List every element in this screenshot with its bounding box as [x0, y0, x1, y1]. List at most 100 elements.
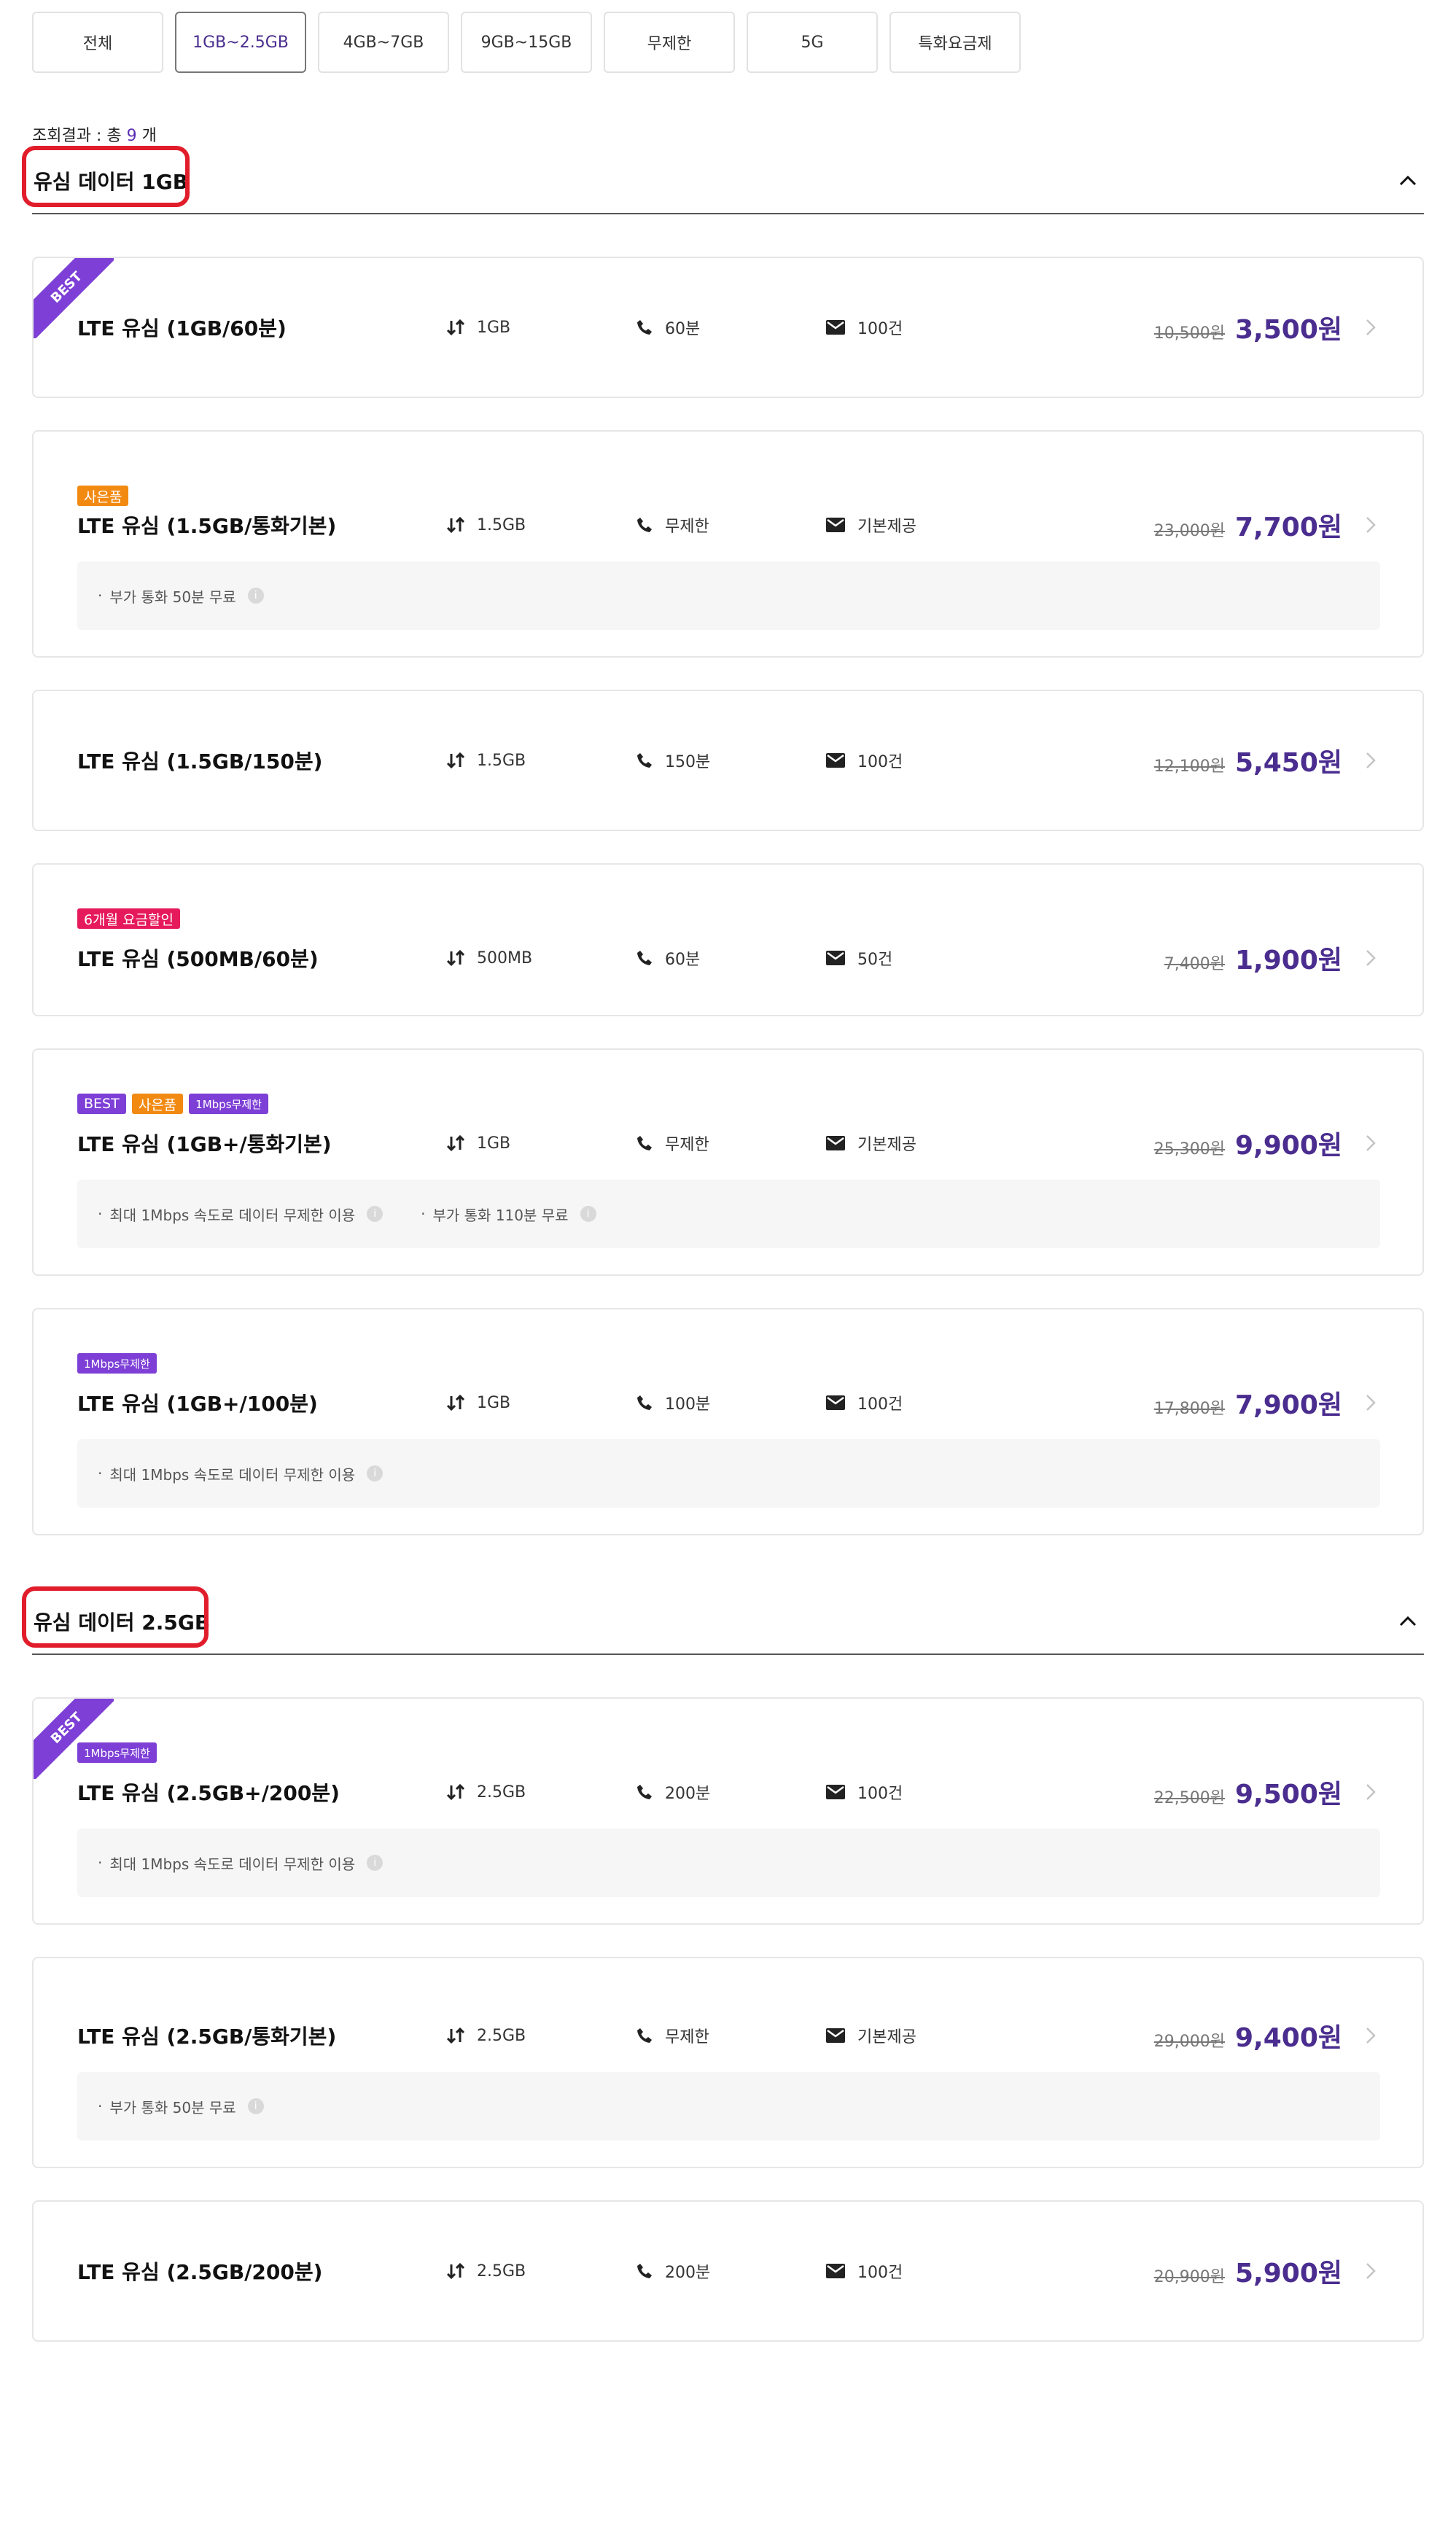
data-arrows-icon	[446, 1783, 465, 1801]
current-price: 9,400원	[1235, 2023, 1342, 2053]
old-price: 10,500원	[1153, 324, 1225, 343]
plan-name: LTE 유심 (500MB/60분)	[77, 947, 319, 971]
data-arrows-icon	[446, 1394, 465, 1411]
tab-unlimited[interactable]: 무제한	[604, 12, 735, 73]
info-icon[interactable]: i	[367, 1465, 384, 1481]
chevron-right-icon[interactable]	[1366, 750, 1380, 771]
plan-notes: · 최대 1Mbps 속도로 데이터 무제한 이용 i	[77, 1439, 1380, 1508]
note-item: · 최대 1Mbps 속도로 데이터 무제한 이용 i	[98, 1204, 384, 1225]
info-icon[interactable]: i	[247, 588, 264, 604]
section-title: 유심 데이터 2.5GB	[21, 1586, 210, 1648]
plan-notes: · 부가 통화 50분 무료 i	[77, 561, 1380, 630]
plan-name: LTE 유심 (2.5GB+/200분)	[77, 1781, 340, 1805]
chevron-right-icon[interactable]	[1366, 948, 1380, 968]
price: 23,000원 7,700원	[1154, 506, 1342, 544]
result-prefix: 조회결과 : 총	[32, 127, 122, 145]
tab-all[interactable]: 전체	[32, 12, 163, 73]
filter-tabs: 전체 1GB~2.5GB 4GB~7GB 9GB~15GB 무제한 5G 특화요…	[32, 0, 1424, 73]
chevron-right-icon[interactable]	[1366, 2261, 1380, 2281]
tab-1gb-2-5gb[interactable]: 1GB~2.5GB	[175, 12, 306, 73]
chevron-up-icon[interactable]	[1395, 1608, 1421, 1635]
old-price: 23,000원	[1153, 522, 1225, 540]
plan-card[interactable]: BEST LTE 유심 (1GB/60분) 1GB 60분 100건 10,50…	[32, 257, 1424, 398]
data-arrows-icon	[446, 516, 465, 534]
plan-card[interactable]: BEST 사은품 1Mbps무제한 LTE 유심 (1GB+/통화기본) 1GB…	[32, 1048, 1424, 1276]
tab-5g[interactable]: 5G	[747, 12, 878, 73]
note-item: · 최대 1Mbps 속도로 데이터 무제한 이용 i	[98, 1853, 384, 1874]
phone-icon	[637, 2028, 652, 2043]
envelope-icon	[826, 2264, 845, 2278]
chevron-right-icon[interactable]	[1366, 1393, 1380, 1413]
plan-card[interactable]: LTE 유심 (2.5GB/통화기본) 2.5GB 무제한 기본제공 29,00…	[32, 1957, 1424, 2168]
plan-card[interactable]: BEST 1Mbps무제한 LTE 유심 (2.5GB+/200분) 2.5GB…	[32, 1697, 1424, 1925]
data-arrows-icon	[446, 1134, 465, 1152]
result-count-number: 9	[126, 127, 137, 145]
result-count: 조회결과 : 총 9 개	[32, 122, 1424, 146]
sms-spec: 50건	[825, 946, 1000, 970]
plan-name: LTE 유심 (1GB+/100분)	[77, 1392, 318, 1416]
data-arrows-icon	[446, 2027, 465, 2044]
phone-icon	[637, 951, 652, 965]
price: 7,400원 1,900원	[1164, 939, 1342, 977]
plan-name: LTE 유심 (1GB/60분)	[77, 316, 287, 340]
price: 17,800원 7,900원	[1154, 1384, 1342, 1422]
info-icon[interactable]: i	[247, 2098, 264, 2114]
phone-icon	[637, 1136, 652, 1150]
data-arrows-icon	[446, 949, 465, 967]
voice-spec: 60분	[636, 316, 825, 339]
chevron-right-icon[interactable]	[1366, 317, 1380, 338]
chevron-right-icon[interactable]	[1366, 1133, 1380, 1153]
tab-special[interactable]: 특화요금제	[889, 12, 1021, 73]
envelope-icon	[826, 320, 845, 335]
old-price: 25,300원	[1153, 1140, 1225, 1158]
plan-name: LTE 유심 (2.5GB/200분)	[77, 2260, 323, 2284]
price: 12,100원 5,450원	[1154, 741, 1342, 779]
envelope-icon	[826, 2028, 845, 2043]
chevron-right-icon[interactable]	[1366, 515, 1380, 535]
old-price: 17,800원	[1153, 1400, 1225, 1418]
envelope-icon	[826, 753, 845, 768]
price: 22,500원 9,500원	[1154, 1773, 1342, 1811]
current-price: 7,900원	[1235, 1390, 1342, 1420]
info-icon[interactable]: i	[367, 1206, 384, 1222]
info-icon[interactable]: i	[580, 1206, 596, 1222]
old-price: 22,500원	[1153, 1789, 1225, 1807]
tab-9gb-15gb[interactable]: 9GB~15GB	[461, 12, 592, 73]
current-price: 9,900원	[1235, 1131, 1342, 1161]
sms-spec: 기본제공	[825, 1131, 1000, 1155]
plan-card[interactable]: 1Mbps무제한 LTE 유심 (1GB+/100분) 1GB 100분 100…	[32, 1308, 1424, 1535]
plan-card[interactable]: 6개월 요금할인 LTE 유심 (500MB/60분) 500MB 60분 50…	[32, 863, 1424, 1016]
section-header-2-5gb[interactable]: 유심 데이터 2.5GB	[21, 1586, 1424, 1655]
data-spec: 1.5GB	[446, 516, 636, 534]
voice-spec: 100분	[636, 1391, 825, 1414]
plan-list-page: 전체 1GB~2.5GB 4GB~7GB 9GB~15GB 무제한 5G 특화요…	[0, 0, 1456, 2342]
plan-card[interactable]: LTE 유심 (1.5GB/150분) 1.5GB 150분 100건 12,1…	[32, 690, 1424, 831]
note-item: · 최대 1Mbps 속도로 데이터 무제한 이용 i	[98, 1463, 384, 1484]
chevron-right-icon[interactable]	[1366, 2025, 1380, 2046]
chevron-right-icon[interactable]	[1366, 1782, 1380, 1802]
section-header-1gb[interactable]: 유심 데이터 1GB	[21, 146, 1424, 214]
phone-icon	[637, 1395, 652, 1410]
old-price: 29,000원	[1153, 2033, 1225, 2051]
current-price: 5,900원	[1235, 2259, 1342, 2289]
sms-spec: 100건	[825, 1780, 1000, 1804]
envelope-icon	[826, 1785, 845, 1799]
tab-4gb-7gb[interactable]: 4GB~7GB	[318, 12, 449, 73]
chevron-up-icon[interactable]	[1395, 168, 1421, 194]
envelope-icon	[826, 1395, 845, 1410]
current-price: 9,500원	[1235, 1780, 1342, 1810]
plan-name: LTE 유심 (1GB+/통화기본)	[77, 1132, 332, 1156]
data-spec: 1GB	[446, 319, 636, 337]
plan-name: LTE 유심 (1.5GB/통화기본)	[77, 514, 337, 538]
info-icon[interactable]: i	[367, 1855, 384, 1871]
phone-icon	[637, 2264, 652, 2278]
plan-card[interactable]: 사은품 LTE 유심 (1.5GB/통화기본) 1.5GB 무제한 기본제공 2…	[32, 430, 1424, 658]
voice-spec: 60분	[636, 946, 825, 970]
current-price: 1,900원	[1235, 946, 1342, 975]
price: 29,000원 9,400원	[1154, 2017, 1342, 2054]
current-price: 7,700원	[1235, 513, 1342, 542]
plan-card[interactable]: LTE 유심 (2.5GB/200분) 2.5GB 200분 100건 20,9…	[32, 2200, 1424, 2342]
plan-notes: · 최대 1Mbps 속도로 데이터 무제한 이용 i	[77, 1828, 1380, 1897]
voice-spec: 150분	[636, 749, 825, 772]
plan-name: LTE 유심 (2.5GB/통화기본)	[77, 2025, 337, 2049]
